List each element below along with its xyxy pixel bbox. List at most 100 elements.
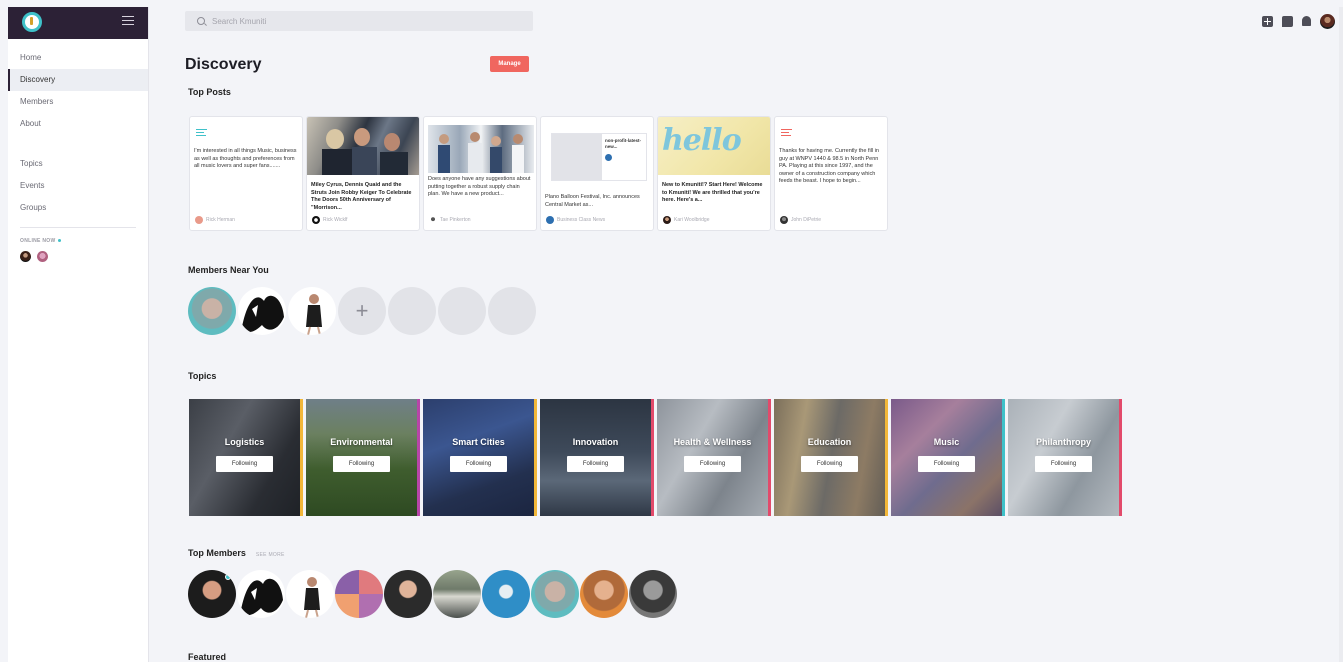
sidebar-item-groups[interactable]: Groups (8, 197, 148, 219)
topic-card-health-wellness[interactable]: Health & Wellness Following (657, 399, 771, 516)
avatar[interactable] (37, 251, 49, 262)
following-button[interactable]: Following (918, 456, 975, 472)
topic-card-music[interactable]: Music Following (891, 399, 1005, 516)
member-avatar[interactable] (238, 287, 286, 335)
online-now-text: ONLINE NOW (20, 238, 56, 244)
sidebar-item-home[interactable]: Home (8, 47, 148, 69)
add-icon[interactable] (1262, 15, 1273, 27)
avatar (663, 216, 671, 224)
post-image-figures (438, 132, 524, 173)
kmuniti-logo-icon[interactable] (22, 12, 42, 32)
member-avatar-art (304, 577, 320, 618)
menu-hamburger-icon[interactable] (122, 16, 134, 26)
member-avatar[interactable] (188, 570, 236, 618)
members-near-heading: Members Near You (188, 265, 269, 275)
member-avatar[interactable] (531, 570, 579, 618)
link-preview[interactable]: non-profit-latest-new... (551, 133, 647, 181)
post-excerpt: Thanks for having me. Currently the fill… (779, 148, 879, 184)
following-button[interactable]: Following (684, 456, 741, 472)
post-excerpt: Does anyone have any suggestions about p… (428, 176, 531, 197)
post-author-name: Rick Wicklf (323, 217, 348, 223)
topic-name: Music (933, 437, 960, 447)
member-placeholder (388, 287, 436, 335)
member-avatar[interactable] (433, 570, 481, 618)
following-button[interactable]: Following (333, 456, 390, 472)
topic-name: Philanthropy (1035, 437, 1091, 447)
topics-heading: Topics (188, 371, 217, 381)
member-avatar[interactable] (286, 570, 334, 618)
following-button[interactable]: Following (801, 456, 858, 472)
page-scrollbar[interactable] (1339, 7, 1343, 662)
member-avatar-art (242, 295, 284, 333)
post-author[interactable]: Business Class News (546, 216, 605, 224)
post-author[interactable]: Rick Herman (195, 216, 235, 224)
avatar (195, 216, 203, 224)
topic-name: Smart Cities (452, 437, 505, 447)
member-avatar[interactable] (288, 287, 336, 335)
see-more-link[interactable]: SEE MORE (256, 552, 285, 558)
search-input[interactable] (212, 14, 512, 28)
member-avatar[interactable] (629, 570, 677, 618)
member-avatar[interactable] (580, 570, 628, 618)
post-card[interactable]: I'm interested in all things Music, busi… (189, 116, 303, 231)
invite-member-button[interactable]: + (338, 287, 386, 335)
topic-accent-bar (1002, 399, 1005, 516)
member-avatar-art (306, 294, 322, 335)
post-excerpt: New to Kmuniti!? Start Here! Welcome to … (662, 182, 763, 203)
manage-button[interactable]: Manage (490, 56, 529, 72)
post-author[interactable]: Rick Wicklf (312, 216, 347, 224)
plus-icon: + (355, 298, 369, 323)
top-members-title: Top Members (188, 548, 246, 558)
post-excerpt: Miley Cyrus, Dennis Quaid and the Struts… (311, 182, 412, 211)
topic-name: Health & Wellness (673, 437, 752, 447)
member-avatar[interactable] (482, 570, 530, 618)
post-card[interactable]: Thanks for having me. Currently the fill… (774, 116, 888, 231)
topics-list: Logistics Following Environmental Follow… (189, 399, 1122, 516)
following-button[interactable]: Following (450, 456, 507, 472)
post-author-name: Tae Pinkerton (440, 217, 471, 223)
link-preview-title: non-profit-latest-new... (605, 138, 641, 149)
post-author[interactable]: John DiPetrie (780, 216, 821, 224)
post-card[interactable]: Does anyone have any suggestions about p… (423, 116, 537, 231)
member-avatar[interactable] (237, 570, 285, 618)
following-button[interactable]: Following (1035, 456, 1092, 472)
topic-card-philanthropy[interactable]: Philanthropy Following (1008, 399, 1122, 516)
member-avatar[interactable] (335, 570, 383, 618)
post-card[interactable]: Miley Cyrus, Dennis Quaid and the Struts… (306, 116, 420, 231)
avatar[interactable] (20, 251, 31, 262)
topic-card-environmental[interactable]: Environmental Following (306, 399, 420, 516)
post-author[interactable]: Kari Woolbridge (663, 216, 709, 224)
post-author-name: John DiPetrie (791, 217, 822, 223)
post-card[interactable]: hello New to Kmuniti!? Start Here! Welco… (657, 116, 771, 231)
featured-heading: Featured (188, 652, 227, 662)
post-card[interactable]: non-profit-latest-new... Plano Balloon F… (540, 116, 654, 231)
sidebar-item-topics[interactable]: Topics (8, 153, 148, 175)
topic-accent-bar (768, 399, 771, 516)
following-button[interactable]: Following (216, 456, 273, 472)
avatar (429, 216, 437, 224)
following-button[interactable]: Following (567, 456, 624, 472)
sidebar-item-about[interactable]: About (8, 113, 148, 135)
sidebar-item-discovery[interactable]: Discovery (8, 69, 148, 91)
member-avatar-art (241, 578, 283, 616)
profile-avatar[interactable] (1320, 13, 1335, 29)
topic-card-smart-cities[interactable]: Smart Cities Following (423, 399, 537, 516)
member-avatar[interactable] (188, 287, 236, 335)
topic-card-logistics[interactable]: Logistics Following (189, 399, 303, 516)
member-placeholder (438, 287, 486, 335)
avatar (312, 216, 320, 224)
topic-card-innovation[interactable]: Innovation Following (540, 399, 654, 516)
post-image (307, 117, 419, 175)
topic-card-education[interactable]: Education Following (774, 399, 888, 516)
page-title: Discovery (185, 56, 262, 73)
topic-accent-bar (885, 399, 888, 516)
search-bar (185, 11, 533, 31)
post-author[interactable]: Tae Pinkerton (429, 216, 471, 224)
bell-icon[interactable] (1302, 16, 1311, 26)
member-avatar[interactable] (384, 570, 432, 618)
chat-icon[interactable] (1282, 15, 1293, 27)
sidebar-item-events[interactable]: Events (8, 175, 148, 197)
topic-accent-bar (534, 399, 537, 516)
sidebar-item-members[interactable]: Members (8, 91, 148, 113)
